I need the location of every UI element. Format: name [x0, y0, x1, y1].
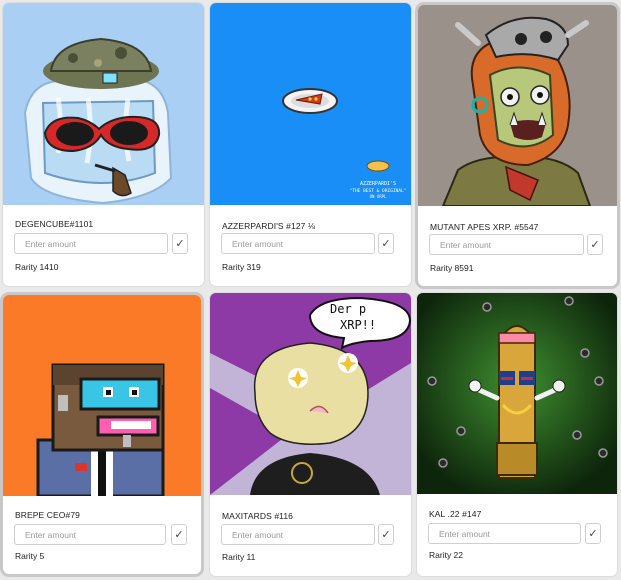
card-title: MAXITARDS #116 — [222, 511, 293, 521]
nft-card-maxitards[interactable]: Der p XRP!! MAXITARDS #116 ✓ Rarity 11 — [210, 293, 411, 576]
rarity-label: Rarity 8591 — [430, 263, 474, 273]
card-title: DEGENCUBE#1101 — [15, 219, 94, 229]
nft-card-mutant-apes[interactable]: MUTANT APES XRP. #5547 ✓ Rarity 8591 — [418, 5, 617, 286]
nft-image-mutant-apes[interactable] — [418, 5, 617, 206]
rarity-label: Rarity 1410 — [15, 262, 59, 272]
rarity-label: Rarity 11 — [222, 552, 256, 562]
card-title: KAL .22 #147 — [429, 509, 482, 519]
art-small-text: ON XRPL — [370, 194, 387, 199]
nft-image-kal22[interactable] — [417, 293, 617, 494]
card-title: BREPE CEO#79 — [15, 510, 80, 520]
confirm-amount-button[interactable]: ✓ — [587, 234, 603, 255]
amount-input[interactable] — [14, 524, 166, 545]
rarity-label: Rarity 319 — [222, 262, 261, 272]
confirm-amount-button[interactable]: ✓ — [585, 523, 601, 544]
nft-card-azzerpardis[interactable]: AZZERPARDI'S "THE BEST & ORIGINAL" ON XR… — [210, 3, 411, 286]
amount-input[interactable] — [221, 524, 375, 545]
amount-input[interactable] — [14, 233, 168, 254]
nft-card-brepe-ceo[interactable]: BREPE CEO#79 ✓ Rarity 5 — [3, 295, 201, 574]
speech-text-line1: Der p — [330, 302, 366, 316]
art-brand-text: AZZERPARDI'S — [360, 181, 396, 187]
speech-text-line2: XRP!! — [340, 318, 376, 332]
amount-input[interactable] — [221, 233, 375, 254]
card-title: AZZERPARDI'S #127 ⅛ — [222, 221, 316, 231]
rarity-label: Rarity 22 — [429, 550, 464, 560]
nft-image-degencube[interactable] — [3, 3, 204, 205]
amount-input[interactable] — [428, 523, 581, 544]
nft-image-maxitards[interactable]: Der p XRP!! — [210, 293, 411, 495]
amount-input[interactable] — [429, 234, 584, 255]
nft-image-azzerpardis[interactable]: AZZERPARDI'S "THE BEST & ORIGINAL" ON XR… — [210, 3, 411, 205]
confirm-amount-button[interactable]: ✓ — [172, 233, 188, 254]
confirm-amount-button[interactable]: ✓ — [171, 524, 187, 545]
nft-card-kal22[interactable]: KAL .22 #147 ✓ Rarity 22 — [417, 293, 617, 576]
nft-card-degencube[interactable]: DEGENCUBE#1101 ✓ Rarity 1410 — [3, 3, 204, 286]
card-title: MUTANT APES XRP. #5547 — [430, 222, 539, 232]
confirm-amount-button[interactable]: ✓ — [378, 524, 394, 545]
rarity-label: Rarity 5 — [15, 551, 45, 561]
nft-image-brepe-ceo[interactable] — [3, 295, 201, 496]
confirm-amount-button[interactable]: ✓ — [378, 233, 394, 254]
